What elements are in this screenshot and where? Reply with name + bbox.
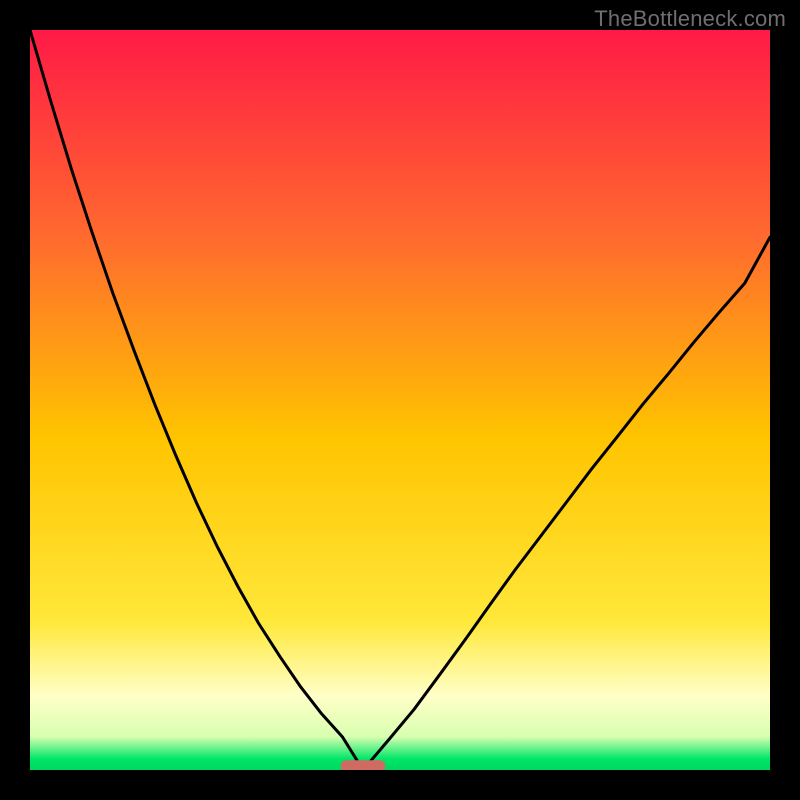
watermark-text: TheBottleneck.com <box>594 6 786 32</box>
plot-area <box>30 30 770 770</box>
chart-frame: TheBottleneck.com <box>0 0 800 800</box>
minimum-marker <box>341 760 385 770</box>
plot-svg <box>30 30 770 770</box>
gradient-background <box>30 30 770 770</box>
